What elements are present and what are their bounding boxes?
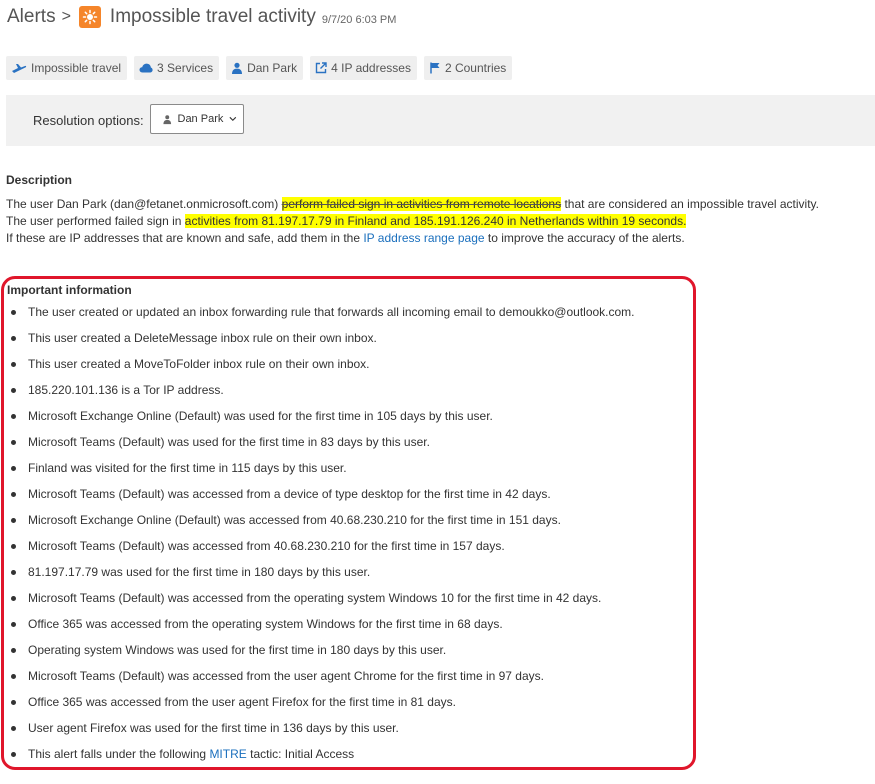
highlighted-text: activities from 81.197.17.79 in Finland … <box>184 214 687 228</box>
description-line: If these are IP addresses that are known… <box>6 230 819 247</box>
chip-countries[interactable]: 2 Countries <box>423 56 513 80</box>
description-text: The user Dan Park (dan@fetanet.onmicroso… <box>6 197 279 211</box>
list-item: User agent Firefox was used for the firs… <box>0 720 635 746</box>
list-item: Office 365 was accessed from the user ag… <box>0 694 635 720</box>
list-item: Microsoft Teams (Default) was used for t… <box>0 434 635 460</box>
chip-label: Impossible travel <box>31 61 122 75</box>
ip-range-page-link[interactable]: IP address range page <box>363 231 484 245</box>
list-item: Microsoft Teams (Default) was accessed f… <box>0 590 635 616</box>
list-item: Operating system Windows was used for th… <box>0 642 635 668</box>
breadcrumb-alerts-link[interactable]: Alerts <box>7 6 56 28</box>
resolution-label: Resolution options: <box>33 113 144 128</box>
chip-label: 3 Services <box>157 61 214 75</box>
chip-label: Dan Park <box>247 61 298 75</box>
description-text: The user performed failed sign in <box>6 214 182 228</box>
list-item: This user created a DeleteMessage inbox … <box>0 330 635 356</box>
important-info-list: The user created or updated an inbox for… <box>0 304 635 772</box>
list-item: Microsoft Teams (Default) was accessed f… <box>0 668 635 694</box>
chip-ip-addresses[interactable]: 4 IP addresses <box>310 56 417 80</box>
mitre-link[interactable]: MITRE <box>209 747 246 761</box>
list-item: 81.197.17.79 was used for the first time… <box>0 564 635 590</box>
last-list-item: This alert falls under the following MIT… <box>0 746 635 772</box>
external-link-icon <box>315 62 327 74</box>
chip-user[interactable]: Dan Park <box>226 56 304 80</box>
person-icon <box>163 114 172 124</box>
list-item: Microsoft Teams (Default) was accessed f… <box>0 538 635 564</box>
description-line: The user performed failed sign in activi… <box>6 213 819 230</box>
chip-impossible-travel[interactable]: Impossible travel <box>6 56 128 80</box>
list-item: Microsoft Exchange Online (Default) was … <box>0 408 635 434</box>
description-text: If these are IP addresses that are known… <box>6 231 360 245</box>
description-text: that are considered an impossible travel… <box>564 197 820 211</box>
alert-timestamp: 9/7/20 6:03 PM <box>321 14 397 26</box>
description-text: to improve the accuracy of the alerts. <box>487 231 685 245</box>
travel-icon <box>12 64 27 73</box>
chip-services[interactable]: 3 Services <box>134 56 220 80</box>
description-heading: Description <box>6 173 73 187</box>
person-icon <box>232 62 243 74</box>
list-text: tactic: Initial Access <box>250 747 355 761</box>
list-text: This alert falls under the following <box>28 747 207 761</box>
highlighted-text: perform failed sign in activities from r… <box>281 197 562 211</box>
chevron-down-icon <box>229 116 237 122</box>
entity-chips: Impossible travel 3 Services Dan Park 4 … <box>6 56 519 80</box>
breadcrumb: Alerts > Impossible travel activity 9/7/… <box>7 2 396 32</box>
list-item: 185.220.101.136 is a Tor IP address. <box>0 382 635 408</box>
chip-label: 4 IP addresses <box>331 61 411 75</box>
chip-label: 2 Countries <box>444 61 507 75</box>
list-item: Office 365 was accessed from the operati… <box>0 616 635 642</box>
list-item: Microsoft Exchange Online (Default) was … <box>0 512 635 538</box>
list-item: The user created or updated an inbox for… <box>0 304 635 330</box>
page-title: Impossible travel activity <box>109 6 316 27</box>
resolution-dropdown[interactable]: Dan Park <box>150 104 244 134</box>
cloud-icon <box>139 63 153 73</box>
list-item: Finland was visited for the first time i… <box>0 460 635 486</box>
breadcrumb-separator: > <box>61 8 71 25</box>
important-info-heading: Important information <box>7 283 132 297</box>
resolution-selected: Dan Park <box>177 113 224 125</box>
list-item: Microsoft Teams (Default) was accessed f… <box>0 486 635 512</box>
resolution-panel: Resolution options: Dan Park <box>6 95 875 146</box>
list-item: This user created a MoveToFolder inbox r… <box>0 356 635 382</box>
description-body: The user Dan Park (dan@fetanet.onmicroso… <box>6 196 819 247</box>
alert-sun-icon <box>78 6 101 28</box>
flag-icon <box>430 62 440 74</box>
description-line: The user Dan Park (dan@fetanet.onmicroso… <box>6 196 819 213</box>
